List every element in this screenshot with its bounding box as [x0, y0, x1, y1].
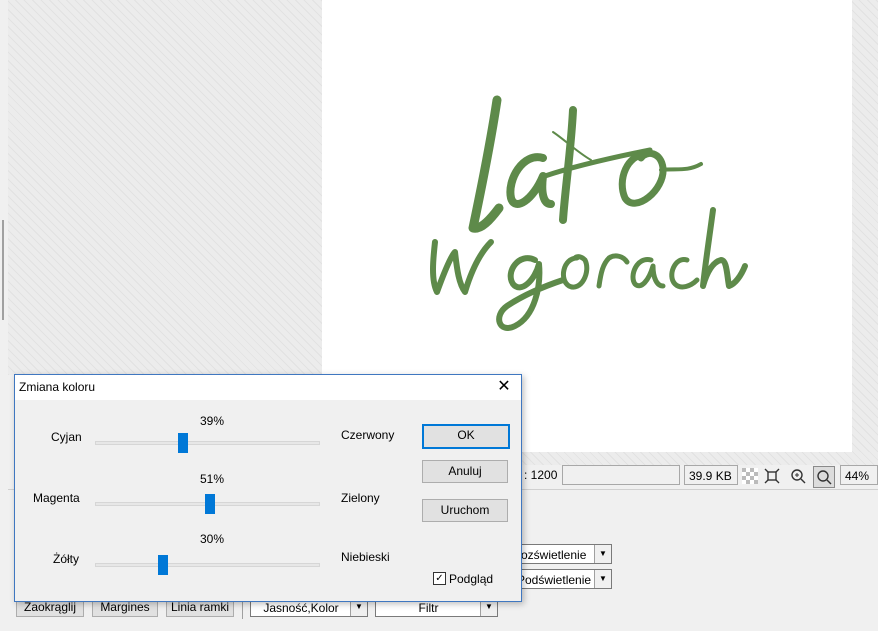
blue-label: Niebieski [341, 550, 390, 564]
combo-lighting-bottom[interactable]: Podświetlenie ▼ [512, 569, 612, 589]
transparency-checker-icon[interactable] [740, 466, 760, 486]
cyan-red-slider[interactable] [95, 433, 320, 453]
dialog-titlebar[interactable]: Zmiana koloru ✕ [15, 375, 521, 400]
cyan-red-percent: 39% [199, 414, 225, 428]
zoom-icon[interactable] [813, 466, 835, 488]
zoom-actual-icon[interactable] [788, 466, 808, 486]
status-dimension: : 1200 [520, 465, 562, 485]
green-label: Zielony [341, 491, 380, 505]
magenta-green-slider[interactable] [95, 494, 320, 514]
checkmark-icon: ✓ [435, 573, 444, 584]
workspace-left [8, 0, 322, 375]
close-icon[interactable]: ✕ [495, 378, 513, 396]
magenta-green-slider-thumb[interactable] [204, 494, 215, 514]
preview-checkbox[interactable]: ✓ [433, 572, 446, 585]
status-bar: : 1200 39.9 KB 44% [520, 465, 878, 489]
dialog-title: Zmiana koloru [19, 380, 96, 394]
combo-lighting-top-value: rozświetlenie [517, 548, 587, 562]
left-edge-line [2, 220, 4, 320]
magenta-green-percent: 51% [199, 472, 225, 486]
fit-to-window-icon[interactable] [762, 466, 782, 486]
color-change-dialog: Zmiana koloru ✕ 39% Cyjan Czerwony 51% M… [14, 374, 522, 602]
ok-button[interactable]: OK [422, 424, 510, 449]
cyan-red-slider-thumb[interactable] [177, 433, 188, 453]
yellow-blue-percent: 30% [199, 532, 225, 546]
cyan-label: Cyjan [51, 430, 82, 444]
run-button[interactable]: Uruchom [422, 499, 508, 522]
magenta-label: Magenta [33, 491, 80, 505]
red-label: Czerwony [341, 428, 395, 442]
lato-w-gorach-logo [430, 95, 748, 331]
combo-lighting-top[interactable]: rozświetlenie ▼ [512, 544, 612, 564]
combo-lighting-bottom-value: Podświetlenie [517, 573, 592, 587]
yellow-blue-slider-thumb[interactable] [157, 555, 168, 575]
chevron-down-icon: ▼ [594, 570, 611, 588]
status-empty-field [562, 465, 680, 485]
cancel-button[interactable]: Anuluj [422, 460, 508, 483]
yellow-blue-slider[interactable] [95, 555, 320, 575]
yellow-label: Żółty [53, 552, 80, 566]
preview-label[interactable]: Podgląd [449, 572, 493, 586]
status-file-size: 39.9 KB [684, 465, 738, 485]
status-zoom: 44% [840, 465, 878, 485]
workspace-right [852, 0, 878, 452]
chevron-down-icon: ▼ [594, 545, 611, 563]
